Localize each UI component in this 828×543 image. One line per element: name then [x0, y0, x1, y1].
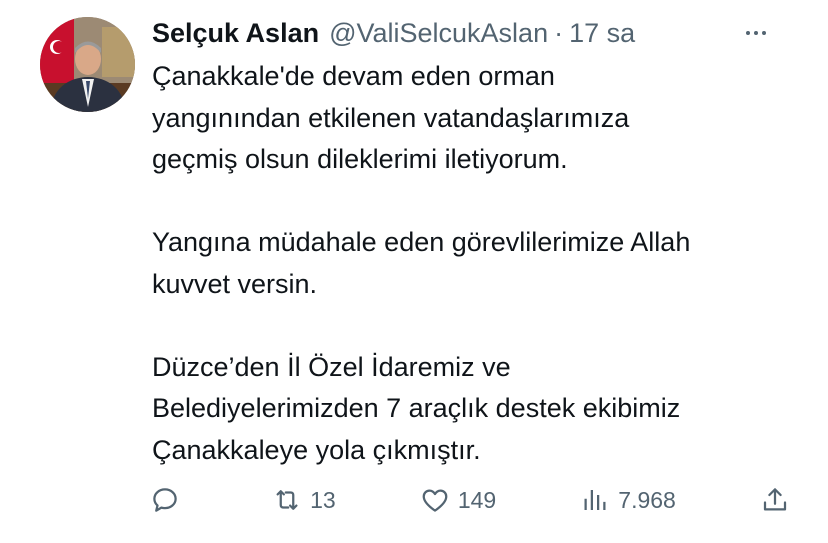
views-icon: [584, 490, 606, 510]
tweet-paragraph: Yangına müdahale eden görevlilerimize Al…: [152, 222, 802, 305]
tweet-text: Çanakkale'de devam eden orman yangınında…: [152, 56, 802, 471]
tweet-line: yangınından etkilenen vatandaşlarımıza: [152, 102, 630, 133]
views-count: 7.968: [618, 486, 676, 513]
share-button[interactable]: [760, 485, 790, 515]
retweet-icon: [276, 490, 298, 510]
tweet-line: Çanakkaleye yola çıkmıştır.: [152, 434, 481, 465]
reply-button[interactable]: [150, 485, 188, 515]
author-display-name[interactable]: Selçuk Aslan: [152, 18, 319, 49]
author-handle[interactable]: @ValiSelcukAslan: [329, 18, 548, 49]
retweet-count: 13: [310, 486, 336, 513]
retweet-button[interactable]: 13: [272, 485, 336, 515]
views-button[interactable]: 7.968: [580, 485, 676, 515]
share-icon: [763, 488, 787, 511]
avatar-photo: [40, 17, 135, 112]
tweet-line: kuvvet versin.: [152, 268, 318, 299]
tweet-line: Yangına müdahale eden görevlilerimize Al…: [152, 227, 691, 257]
separator-dot: ·: [554, 17, 564, 48]
tweet-timestamp[interactable]: 17 sa: [569, 18, 635, 49]
avatar[interactable]: [40, 17, 135, 112]
like-count: 149: [457, 486, 497, 513]
heart-icon: [422, 489, 448, 512]
tweet-paragraph: Çanakkale'de devam eden orman yangınında…: [152, 56, 802, 181]
tweet-line: Belediyelerimizden 7 araçlık destek ekib…: [152, 393, 681, 423]
tweet-line: geçmiş olsun dileklerimi iletiyorum.: [152, 144, 568, 174]
tweet-line: Düzce’den İl Özel İdaremiz ve: [152, 351, 511, 382]
tweet-paragraph: Düzce’den İl Özel İdaremiz ve Belediyele…: [152, 347, 802, 472]
like-button[interactable]: 149: [420, 485, 496, 515]
tweet-actions: 13 149 7.968: [150, 480, 790, 520]
reply-icon: [153, 488, 177, 512]
more-options-icon[interactable]: [736, 22, 776, 44]
tweet-header: Selçuk Aslan @ValiSelcukAslan · 17 sa: [152, 14, 808, 52]
tweet-line: Çanakkale'de devam eden orman: [152, 61, 555, 91]
